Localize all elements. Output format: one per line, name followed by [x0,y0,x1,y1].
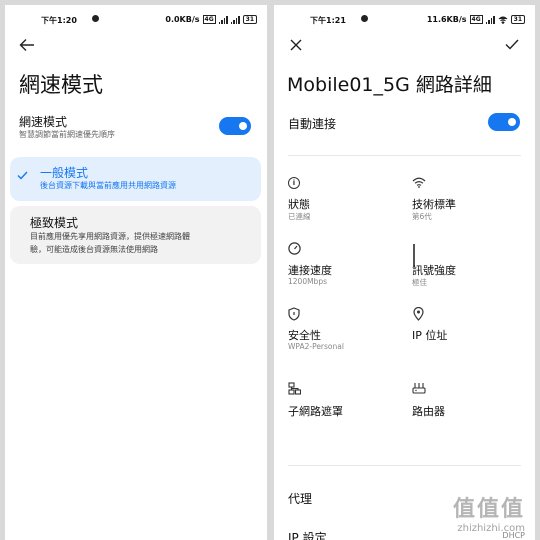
signal-bars-icon [218,15,228,24]
status-indicators: 11.6KB/s 4G 31 [427,15,525,24]
status-time: 下午1:20 [41,16,77,25]
ip-settings-label: IP 設定 [288,531,327,540]
speedometer-icon [288,242,301,255]
net-speed-readout: 0.0KB/s [165,15,200,24]
confirm-check-icon[interactable] [505,39,519,50]
watermark-url: zhizhizhi.com [457,523,525,534]
watermark-logo: 值值值 [452,497,525,522]
option-title: 極致模式 [30,216,79,230]
detail-router-label: 路由器 [412,405,445,418]
network-icon [288,382,301,395]
router-icon [412,383,426,394]
status-bar: 下午1:21 11.6KB/s 4G 31 [274,14,535,28]
page-title: 網速模式 [19,73,103,97]
wifi-status-icon [498,16,507,24]
net-speed-mode-sub: 智慧調節當前網速優先順序 [19,130,115,139]
notification-dot-icon [92,15,99,22]
option-extreme-mode[interactable]: 極致模式 目前應用優先享用網路資源，提供極速網路體 驗，可能造成後台資源無法使用… [10,206,261,264]
signal-bars-2-icon [230,15,240,24]
proxy-label: 代理 [288,492,313,506]
detail-signal-label: 訊號強度 [412,264,456,277]
divider [288,465,521,466]
wifi-icon [412,177,426,188]
detail-signal-value: 極佳 [412,278,427,287]
detail-speed-value: 1200Mbps [288,277,327,286]
auto-connect-toggle[interactable] [488,113,520,131]
close-icon[interactable] [290,39,302,51]
detail-security-value: WPA2-Personal [288,342,344,351]
volte-icon: 4G [469,15,483,24]
option-desc: 後台資源下載與當前應用共用網路資源 [40,181,176,190]
check-icon [17,171,28,180]
battery-icon: 31 [510,15,525,24]
location-pin-icon [413,307,424,321]
watermark: 值值值 zhizhizhi.com [405,491,525,534]
network-details-screen: 下午1:21 11.6KB/s 4G 31 Mobile01_5G 網路詳細 自… [274,5,535,540]
status-bar: 下午1:20 0.0KB/s 4G 31 [5,14,267,28]
page-title: Mobile01_5G 網路詳細 [287,74,492,96]
shield-icon [288,307,300,321]
detail-standard-label: 技術標準 [412,198,456,211]
net-speed-mode-screen: 下午1:20 0.0KB/s 4G 31 網速模式 網速模式 智慧調節當前網速優… [5,5,267,540]
option-normal-mode[interactable]: 一般模式 後台資源下載與當前應用共用網路資源 [10,157,261,201]
option-desc-line2: 驗，可能造成後台資源無法使用網路 [30,245,158,254]
battery-icon: 31 [242,15,257,24]
divider [288,155,521,156]
detail-status-label: 狀態 [288,198,310,211]
detail-status-value: 已連線 [288,212,311,221]
signal-bars-icon [485,15,495,24]
option-desc-line1: 目前應用優先享用網路資源，提供極速網路體 [30,232,190,241]
status-time: 下午1:21 [310,16,346,25]
net-speed-readout: 11.6KB/s [426,15,467,24]
signal-icon [413,244,415,267]
detail-security-label: 安全性 [288,329,321,342]
detail-subnet-label: 子網路遮罩 [288,405,343,418]
auto-connect-label: 自動連接 [288,117,337,131]
back-arrow-icon[interactable] [19,38,35,52]
info-icon: i [288,177,300,189]
volte-icon: 4G [202,15,216,24]
net-speed-mode-label: 網速模式 [19,115,68,129]
detail-standard-value: 第6代 [412,212,432,221]
status-indicators: 0.0KB/s 4G 31 [165,15,257,24]
notification-dot-icon [361,15,368,22]
net-speed-mode-toggle[interactable] [219,117,251,135]
detail-ip-label: IP 位址 [412,329,448,342]
detail-speed-label: 連接速度 [288,264,332,277]
